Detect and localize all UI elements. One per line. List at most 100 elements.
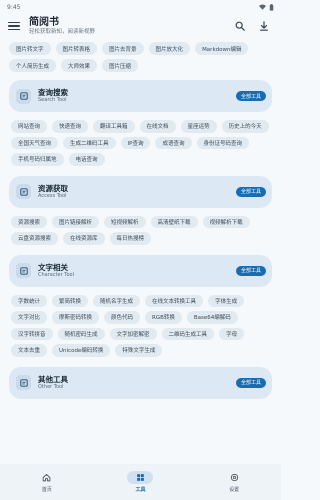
app-bar: 简阅书 轻松获取新知，阅读新视野	[0, 12, 281, 40]
tool-chip[interactable]: 图片放大化	[148, 42, 191, 55]
battery-icon	[269, 3, 274, 11]
tool-chip[interactable]: 星座运势	[180, 120, 217, 133]
character-tool-icon	[16, 263, 31, 278]
tool-chip[interactable]: IP查询	[120, 136, 151, 149]
section-header[interactable]: 文字相关 Character Tool 全部工具	[9, 254, 272, 287]
tool-chip[interactable]: 云盘资源搜索	[11, 232, 59, 245]
tool-chip[interactable]: 在线资源库	[63, 232, 105, 245]
settings-icon	[221, 471, 247, 484]
section-subtitle: Other Tool	[38, 383, 64, 390]
section-header[interactable]: 查询搜索 Search Tool 全部工具	[9, 80, 272, 112]
status-bar: 9:45	[0, 0, 281, 12]
nav-label: 工具	[135, 487, 146, 493]
status-time: 9:45	[7, 3, 21, 11]
tool-chip[interactable]: 文字对比	[11, 311, 48, 324]
section-title: 资源获取	[38, 183, 68, 193]
all-tools-button[interactable]: 全部工具	[235, 377, 266, 388]
tool-chip[interactable]: 身份证号码查询	[196, 136, 250, 149]
section-subtitle: Character Tool	[38, 271, 74, 278]
sections: 查询搜索 Search Tool 全部工具 网站查询 快递查询 翻译工具箱 在线文档 星座运势…	[9, 80, 272, 399]
nav-item[interactable]: 工具	[110, 471, 170, 493]
bottom-nav: 首页 工具 设置	[0, 464, 281, 500]
tool-chip[interactable]: 图片转表格	[55, 42, 98, 55]
all-tools-button[interactable]: 全部工具	[235, 265, 266, 276]
section-chip-row: 网站查询 快递查询 翻译工具箱 在线文档 星座运势 历史上的今天全国天气查询 生成二维码工具…	[9, 120, 272, 166]
section-header[interactable]: 资源获取 Access Tool 全部工具	[9, 175, 272, 208]
search-button[interactable]	[232, 18, 248, 34]
tool-chip[interactable]: 随机名字生成	[93, 294, 141, 307]
tool-chip[interactable]: 快递查询	[52, 120, 89, 133]
tool-chip[interactable]: Base64编解码	[186, 311, 238, 324]
tool-chip[interactable]: 成语查询	[155, 136, 192, 149]
tool-chip[interactable]: 翻译工具箱	[93, 120, 135, 133]
tool-chip[interactable]: 字数统计	[11, 294, 48, 307]
nav-label: 首页	[41, 487, 52, 493]
tool-list[interactable]: 图片转文字 图片转表格 图片去背景 图片放大化 Markdown编辑个人简历生成 大师效果…	[0, 40, 281, 464]
section-title: 文字相关	[38, 262, 68, 272]
menu-icon[interactable]	[8, 21, 20, 31]
tool-chip[interactable]: 每日热搜榜	[109, 232, 152, 245]
tool-chip[interactable]: 电话查询	[68, 153, 105, 166]
tool-chip[interactable]: 短视频解析	[104, 215, 146, 228]
tool-chip[interactable]: 资源搜索	[11, 215, 48, 228]
tool-chip[interactable]: 大师效果	[61, 59, 98, 72]
download-icon	[260, 21, 268, 31]
all-tools-button[interactable]: 全部工具	[235, 186, 266, 197]
tool-chip[interactable]: 在线文本转换工具	[145, 294, 204, 307]
section-text: 文字相关 Character Tool	[38, 263, 236, 279]
tool-chip[interactable]: 字体生成	[208, 294, 245, 307]
section-subtitle: Search Tool	[38, 97, 67, 103]
tool-chip[interactable]: RGB转换	[145, 311, 182, 324]
section-text: 查询搜索 Search Tool	[38, 88, 236, 104]
section-header[interactable]: 其他工具 Other Tool 全部工具	[9, 366, 272, 399]
section-text: 资源获取 Access Tool	[38, 184, 236, 200]
search-tool-icon	[16, 88, 31, 104]
wifi-icon	[259, 4, 266, 10]
tool-chip[interactable]: 摩斯密码转换	[52, 311, 100, 324]
section-subtitle: Access Tool	[38, 192, 67, 199]
download-button[interactable]	[256, 18, 272, 34]
tool-chip[interactable]: 图片转文字	[9, 42, 51, 55]
tool-chip[interactable]: 汉字转拼音	[11, 327, 53, 340]
access-tool-icon	[16, 184, 31, 199]
app-title: 简阅书	[29, 16, 59, 28]
tool-chip[interactable]: 高清壁纸下载	[150, 215, 198, 228]
tool-chip[interactable]: 图片压缩	[102, 59, 139, 72]
nav-label: 设置	[229, 487, 240, 493]
tool-chip[interactable]: 个人简历生成	[9, 59, 57, 72]
section-title: 其他工具	[38, 374, 68, 384]
nav-item[interactable]: 首页	[17, 471, 77, 493]
other-tool-icon	[16, 375, 31, 390]
tool-chip[interactable]: 颜色代码	[104, 311, 141, 324]
tool-chip[interactable]: 网站查询	[11, 120, 48, 133]
tool-chip[interactable]: 在线文档	[139, 120, 176, 133]
all-tools-button[interactable]: 全部工具	[235, 91, 266, 101]
section-chip-row: 字数统计 繁简转换 随机名字生成 在线文本转换工具 字体生成文字对比 摩斯密码转换 颜色代码…	[9, 294, 272, 357]
tool-chip[interactable]: 二维码生成工具	[161, 327, 215, 340]
search-icon	[235, 21, 245, 31]
tool-chip[interactable]: 随机密码生成	[57, 327, 105, 340]
tool-chip[interactable]: 历史上的今天	[221, 120, 269, 133]
section-chip-row: 资源搜索 图片链接解析 短视频解析 高清壁纸下载 视频解析下载云盘资源搜索 在线资源库 每日…	[9, 215, 272, 245]
section-text: 其他工具 Other Tool	[38, 375, 236, 391]
tool-chip[interactable]: 繁简转换	[52, 294, 89, 307]
tool-chip[interactable]: 手机号码归属地	[11, 153, 64, 166]
tool-chip[interactable]: 生成二维码工具	[63, 136, 116, 149]
tool-chip[interactable]: 视频解析下载	[202, 215, 250, 228]
tool-chip[interactable]: 图片链接解析	[52, 215, 100, 228]
tool-chip[interactable]: 图片去背景	[102, 42, 144, 55]
tools-icon	[127, 471, 154, 484]
tool-chip[interactable]: 全国天气查询	[11, 136, 59, 149]
tool-chip[interactable]: Markdown编辑	[195, 42, 249, 55]
tool-chip[interactable]: 文字加密解密	[109, 327, 157, 340]
tool-chip[interactable]: 文本去重	[11, 344, 48, 357]
tool-chip[interactable]: Unicode编码转换	[52, 344, 111, 357]
section-title: 查询搜索	[38, 88, 68, 97]
home-icon	[34, 471, 60, 484]
nav-item[interactable]: 设置	[204, 471, 264, 493]
top-chip-row: 图片转文字 图片转表格 图片去背景 图片放大化 Markdown编辑个人简历生成 大师效果…	[9, 40, 272, 72]
tool-chip[interactable]: 字母	[219, 327, 245, 340]
title-block: 简阅书 轻松获取新知，阅读新视野	[29, 17, 224, 36]
app-subtitle: 轻松获取新知，阅读新视野	[29, 28, 96, 35]
tool-chip[interactable]: 特殊文字生成	[115, 344, 163, 357]
